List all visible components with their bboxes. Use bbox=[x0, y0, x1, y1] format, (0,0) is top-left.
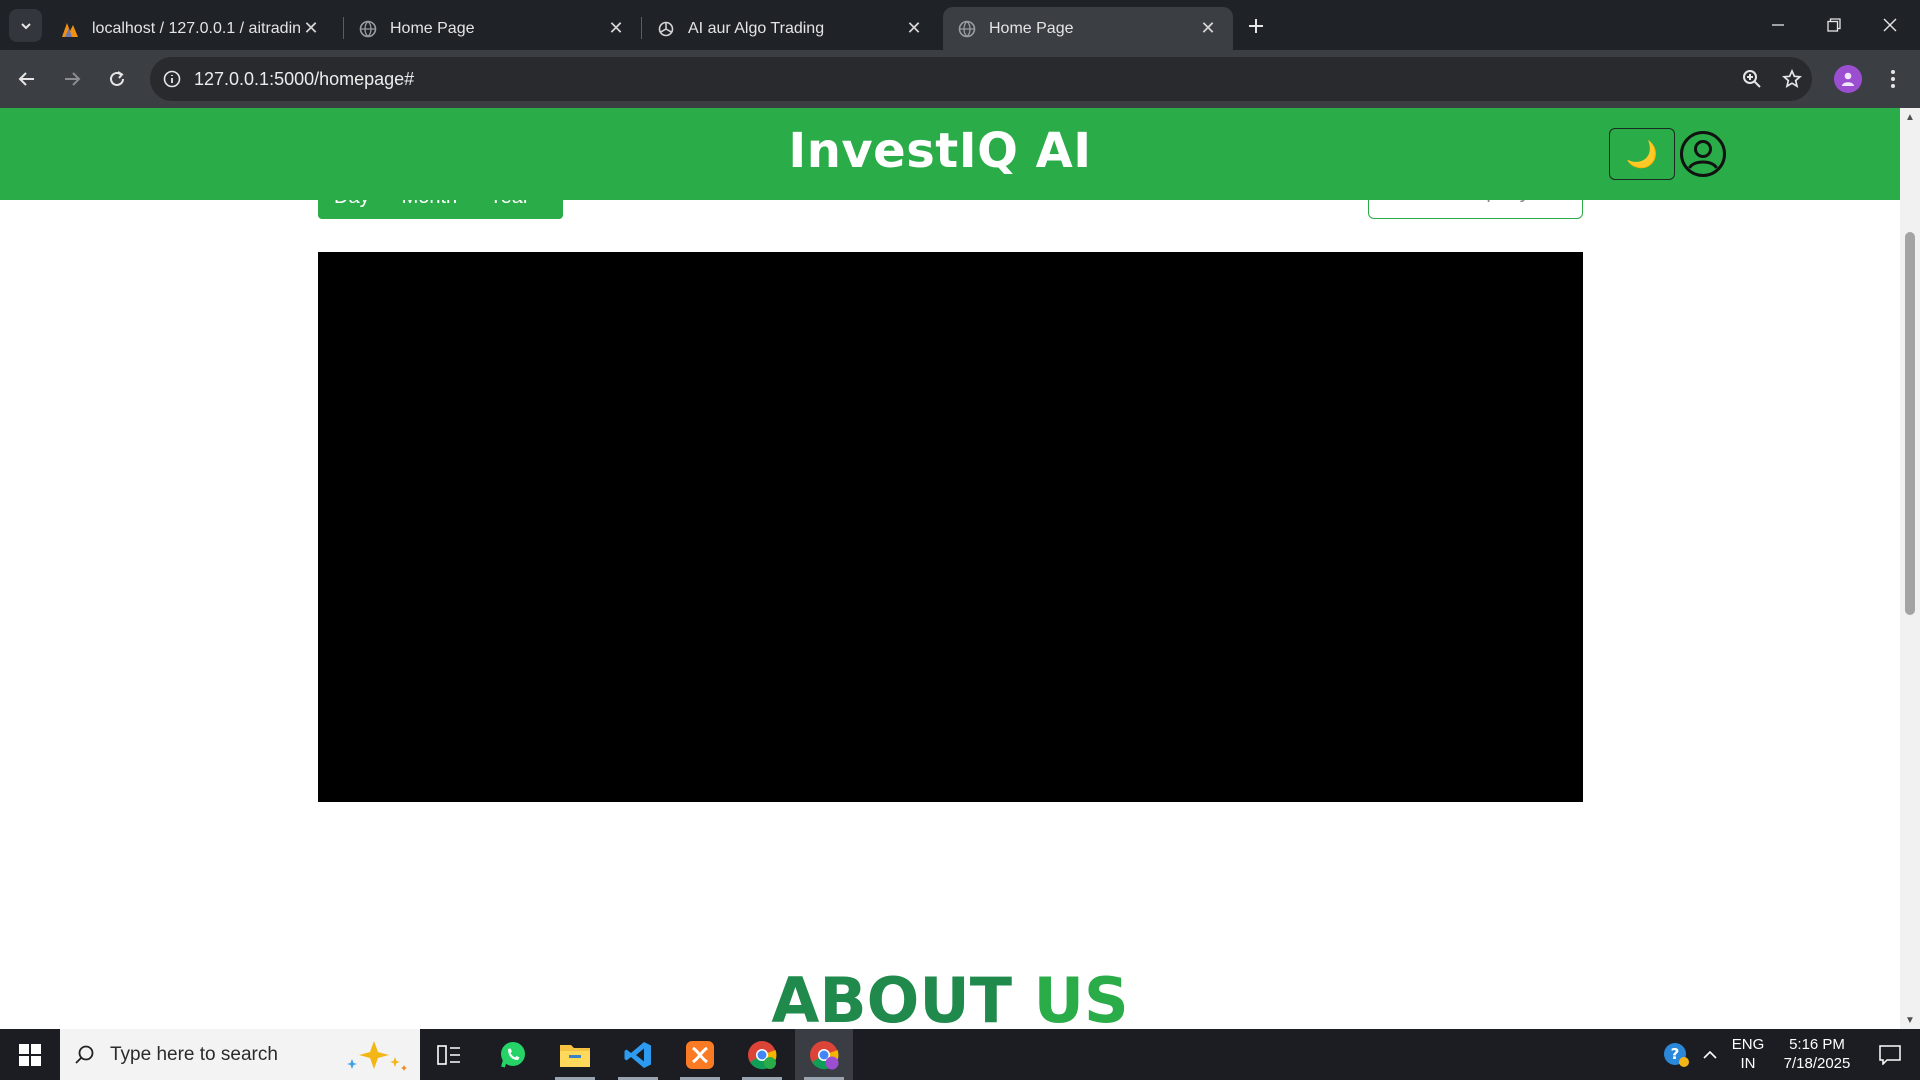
vscode-button[interactable] bbox=[609, 1029, 667, 1080]
chevron-up-icon[interactable] bbox=[1697, 1029, 1723, 1080]
restore-button[interactable] bbox=[1806, 0, 1862, 50]
tab-home-page-active[interactable]: Home Page ✕ bbox=[943, 7, 1233, 50]
tab-title: Home Page bbox=[390, 19, 475, 37]
language-code: ENG bbox=[1731, 1036, 1765, 1053]
tab-ai-aur-algo-trading[interactable]: AI aur Algo Trading ✕ bbox=[642, 7, 939, 50]
vscode-icon bbox=[624, 1041, 651, 1068]
browser-menu-button[interactable] bbox=[1878, 62, 1908, 96]
tab-search-button[interactable] bbox=[9, 9, 42, 42]
minimize-icon bbox=[1772, 24, 1784, 26]
globe-icon bbox=[358, 19, 378, 39]
site-info-icon[interactable] bbox=[150, 57, 194, 101]
tab-title: AI aur Algo Trading bbox=[688, 19, 825, 37]
close-window-button[interactable] bbox=[1862, 0, 1918, 50]
chrome-profile-icon bbox=[810, 1040, 839, 1069]
bookmark-star-icon[interactable] bbox=[1772, 57, 1812, 101]
openai-icon bbox=[656, 19, 676, 39]
page-scrollbar[interactable]: ▲ ▼ bbox=[1900, 108, 1920, 1029]
arrow-right-icon bbox=[65, 72, 81, 86]
whatsapp-icon bbox=[501, 1041, 525, 1068]
task-view-icon bbox=[437, 1044, 460, 1065]
app-header: InvestIQ AI 🌙 bbox=[0, 108, 1900, 200]
more-vertical-icon bbox=[1891, 70, 1895, 88]
plus-icon bbox=[1249, 19, 1263, 33]
chrome-button[interactable] bbox=[733, 1029, 791, 1080]
page-viewport: Day Month Year Select Company InvestIQ A… bbox=[0, 108, 1900, 1029]
notification-icon bbox=[1879, 1044, 1901, 1065]
tab-title: localhost / 127.0.0.1 / aitrading bbox=[92, 19, 300, 37]
minimize-button[interactable] bbox=[1750, 0, 1806, 50]
chrome-profile-button[interactable] bbox=[795, 1029, 853, 1080]
search-placeholder: Type here to search bbox=[110, 1043, 278, 1065]
browser-tab-bar: localhost / 127.0.0.1 / aitrading ✕ Home… bbox=[0, 0, 1920, 50]
restore-icon bbox=[1827, 18, 1841, 32]
address-bar[interactable]: 127.0.0.1:5000/homepage# bbox=[150, 57, 1812, 101]
globe-icon bbox=[957, 19, 977, 39]
about-us-heading: ABOUT US bbox=[0, 964, 1900, 1029]
close-tab-icon[interactable]: ✕ bbox=[903, 18, 925, 40]
about-word: ABOUT bbox=[771, 964, 1012, 1029]
language-indicator[interactable]: ENG IN bbox=[1730, 1035, 1766, 1073]
theme-toggle-button[interactable]: 🌙 bbox=[1609, 128, 1675, 180]
file-explorer-button[interactable] bbox=[546, 1029, 604, 1080]
start-button[interactable] bbox=[0, 1029, 60, 1080]
brand-title: InvestIQ AI bbox=[788, 123, 1092, 179]
search-icon bbox=[60, 1044, 110, 1066]
stock-chart-area[interactable] bbox=[318, 252, 1583, 802]
xampp-button[interactable] bbox=[671, 1029, 729, 1080]
taskbar-search[interactable]: Type here to search bbox=[60, 1029, 420, 1080]
xampp-icon bbox=[686, 1040, 714, 1069]
moon-icon: 🌙 bbox=[1625, 138, 1659, 169]
new-tab-button[interactable] bbox=[1240, 10, 1272, 42]
windows-taskbar: Type here to search ? ENG IN 5:16 PM 7/1… bbox=[0, 1029, 1920, 1080]
chrome-icon bbox=[748, 1040, 777, 1069]
scroll-down-icon[interactable]: ▼ bbox=[1900, 1011, 1920, 1029]
back-button[interactable] bbox=[10, 62, 44, 96]
scroll-thumb[interactable] bbox=[1905, 232, 1915, 615]
us-word: US bbox=[1033, 964, 1129, 1029]
close-tab-icon[interactable]: ✕ bbox=[605, 18, 627, 40]
region-code: IN bbox=[1740, 1055, 1756, 1072]
profile-avatar[interactable] bbox=[1834, 65, 1862, 93]
tab-home-page-1[interactable]: Home Page ✕ bbox=[344, 7, 641, 50]
profile-icon bbox=[1842, 72, 1854, 86]
scroll-up-icon[interactable]: ▲ bbox=[1900, 108, 1920, 126]
forward-button[interactable] bbox=[55, 62, 89, 96]
notifications-button[interactable] bbox=[1866, 1029, 1914, 1080]
close-icon bbox=[1883, 18, 1897, 32]
reload-icon bbox=[110, 71, 124, 86]
whatsapp-button[interactable] bbox=[484, 1029, 542, 1080]
url-text[interactable]: 127.0.0.1:5000/homepage# bbox=[194, 69, 1732, 90]
tab-phpmyadmin[interactable]: localhost / 127.0.0.1 / aitrading ✕ bbox=[46, 7, 336, 50]
arrow-left-icon bbox=[18, 72, 34, 86]
close-tab-icon[interactable]: ✕ bbox=[1197, 18, 1219, 40]
system-clock[interactable]: 5:16 PM 7/18/2025 bbox=[1772, 1035, 1862, 1073]
zoom-icon[interactable] bbox=[1732, 57, 1772, 101]
tab-title: Home Page bbox=[989, 19, 1074, 37]
sparkle-icon bbox=[330, 1037, 420, 1073]
task-view-button[interactable] bbox=[420, 1029, 478, 1080]
user-account-button[interactable] bbox=[1679, 130, 1727, 178]
browser-toolbar: 127.0.0.1:5000/homepage# bbox=[0, 50, 1920, 108]
clock-time: 5:16 PM bbox=[1789, 1036, 1845, 1053]
svg-text:?: ? bbox=[1671, 1045, 1680, 1063]
windows-logo-icon bbox=[19, 1043, 41, 1066]
close-tab-icon[interactable]: ✕ bbox=[300, 18, 322, 40]
user-circle-icon bbox=[1680, 131, 1726, 177]
clock-date: 7/18/2025 bbox=[1783, 1055, 1851, 1072]
reload-button[interactable] bbox=[100, 62, 134, 96]
phpmyadmin-icon bbox=[60, 19, 80, 39]
help-tray-icon[interactable]: ? bbox=[1658, 1029, 1694, 1080]
chevron-down-icon bbox=[20, 22, 31, 29]
file-explorer-icon bbox=[560, 1044, 590, 1067]
